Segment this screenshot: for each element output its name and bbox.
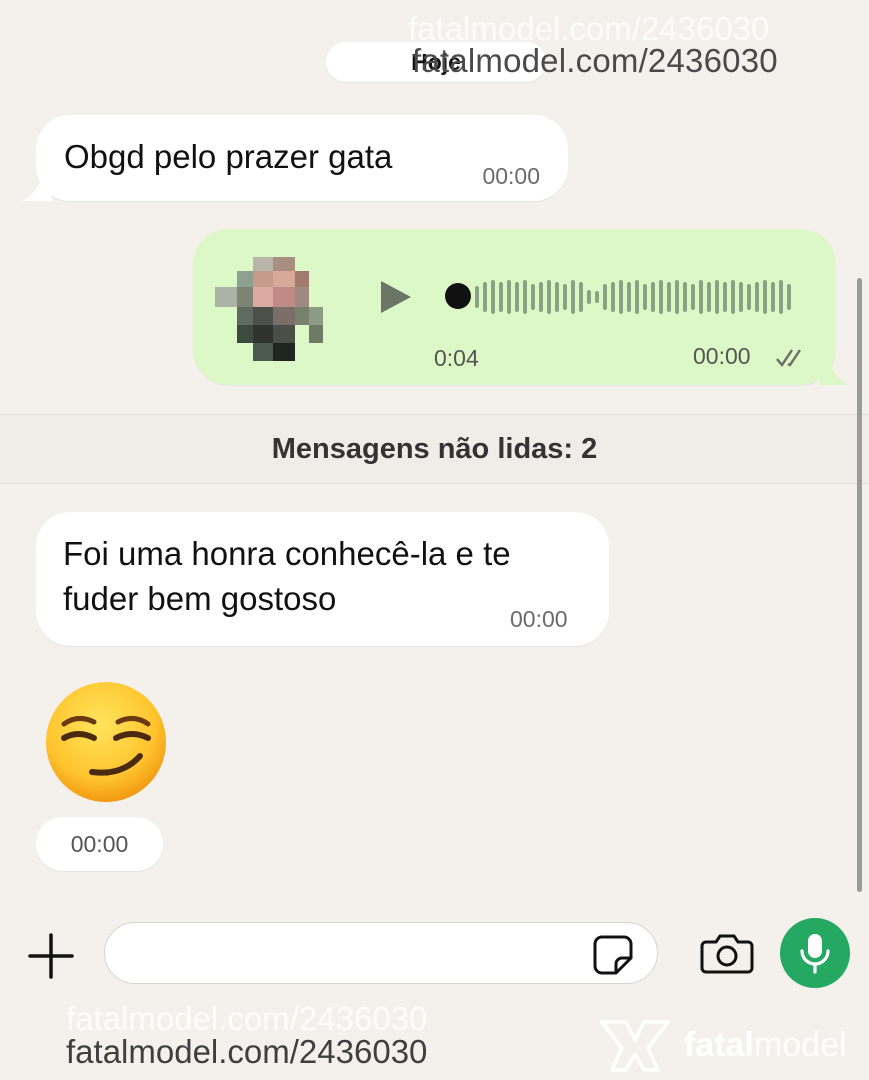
waveform-bar — [691, 284, 695, 310]
waveform-bar — [707, 282, 711, 312]
waveform-bar — [659, 280, 663, 314]
waveform-bar — [643, 284, 647, 310]
waveform-bar — [787, 284, 791, 310]
read-ticks-icon — [776, 349, 801, 367]
waveform-bar — [539, 282, 543, 312]
waveform-bar — [507, 280, 511, 314]
waveform-bar — [619, 280, 623, 314]
message-time: 00:00 — [693, 343, 751, 369]
watermark-url-bottom: fatalmodel.com/2436030 — [66, 1033, 428, 1070]
waveform-bar — [515, 282, 519, 312]
waveform-bar — [635, 280, 639, 314]
waveform-bar — [491, 280, 495, 314]
chat-view: fatalmodel.com/2436030 Hoje fatalmodel.c… — [0, 0, 869, 905]
microphone-button[interactable] — [780, 918, 850, 988]
waveform-bar — [779, 280, 783, 314]
waveform-bar — [699, 280, 703, 314]
waveform-bar — [731, 280, 735, 314]
audio-duration: 0:04 — [434, 345, 479, 371]
waveform-bar — [747, 284, 751, 310]
unread-label: Mensagens não lidas: 2 — [271, 432, 598, 465]
scrollbar[interactable] — [857, 278, 862, 892]
playback-position-dot[interactable] — [445, 283, 471, 309]
waveform-bar — [555, 282, 559, 312]
waveform-bar — [587, 290, 591, 304]
brand-bold: fatal — [684, 1026, 754, 1064]
message-time: 00:00 — [510, 606, 568, 632]
bubble-tail — [820, 353, 848, 385]
fatalmodel-logo-icon — [600, 1020, 670, 1072]
play-icon[interactable] — [375, 277, 415, 317]
waveform-bar — [579, 282, 583, 312]
waveform-bar — [739, 282, 743, 312]
message-time: 00:00 — [70, 830, 129, 857]
incoming-message[interactable]: Obgd pelo prazer gata 00:00 — [22, 115, 568, 201]
waveform-bar — [475, 286, 479, 308]
emoji-message-time: 00:00 — [36, 817, 163, 871]
waveform-bar — [683, 282, 687, 312]
waveform-bar — [651, 282, 655, 312]
waveform-bar — [499, 282, 503, 312]
waveform-bar — [611, 282, 615, 312]
unread-messages-separator: Mensagens não lidas: 2 — [0, 414, 869, 484]
message-text-line-2: fuder bem gostoso — [63, 580, 337, 617]
waveform-bar — [603, 284, 607, 310]
plus-icon[interactable] — [28, 933, 74, 979]
message-text-line-1: Foi uma honra conhecê-la e te — [63, 535, 511, 572]
sticker-icon[interactable] — [592, 934, 634, 976]
incoming-message[interactable]: Foi uma honra conhecê-la e te fuder bem … — [36, 512, 609, 646]
message-text: Obgd pelo prazer gata — [64, 138, 393, 175]
waveform-bar — [595, 291, 599, 303]
message-time: 00:00 — [482, 163, 540, 189]
brand-light: model — [753, 1026, 847, 1064]
avatar — [215, 257, 323, 361]
waveform-bar — [723, 282, 727, 312]
smirking-face-emoji-icon[interactable] — [44, 680, 168, 804]
waveform-bar — [571, 280, 575, 314]
waveform-bar — [755, 282, 759, 312]
brand-wordmark: fatalmodel — [684, 1026, 847, 1065]
waveform-bar — [667, 282, 671, 312]
waveform-bar — [523, 280, 527, 314]
waveform-bar — [763, 280, 767, 314]
watermark-url-top: fatalmodel.com/2436030 — [412, 42, 778, 79]
waveform-bar — [563, 284, 567, 310]
message-input[interactable] — [104, 922, 658, 984]
waveform-bar — [715, 280, 719, 314]
waveform-bar — [675, 280, 679, 314]
audio-waveform[interactable] — [475, 277, 795, 317]
camera-icon[interactable] — [700, 934, 754, 974]
waveform-bar — [547, 280, 551, 314]
outgoing-voice-message[interactable]: 0:04 00:00 — [193, 229, 848, 385]
waveform-bar — [483, 282, 487, 312]
bubble-tail — [22, 167, 52, 201]
waveform-bar — [531, 284, 535, 310]
waveform-bar — [771, 282, 775, 312]
microphone-icon — [800, 934, 830, 974]
waveform-bar — [627, 282, 631, 312]
